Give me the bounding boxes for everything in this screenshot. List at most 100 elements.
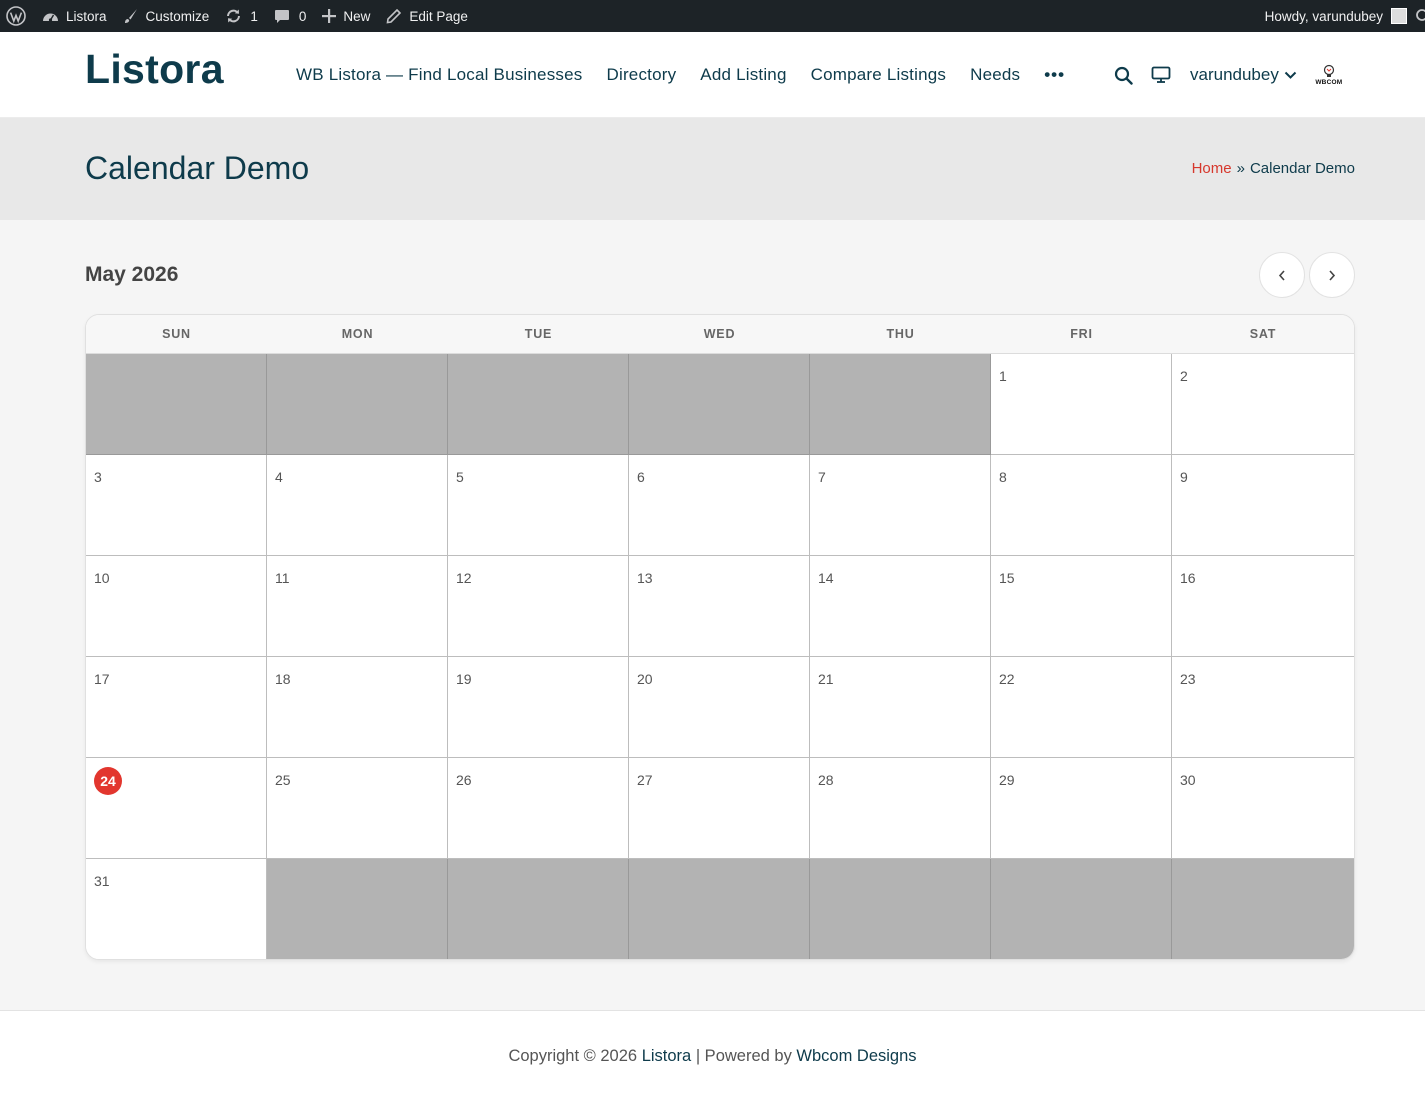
updates-link[interactable]: 1 [217, 0, 266, 32]
comment-icon [274, 9, 290, 24]
calendar-day-cell[interactable]: 23 [1172, 657, 1354, 758]
account-menu[interactable]: Howdy, varundubey [1257, 0, 1415, 32]
nav-item-compare-listings[interactable]: Compare Listings [811, 65, 946, 85]
weekday-tue: TUE [524, 327, 553, 341]
calendar-day-cell[interactable]: 4 [267, 455, 448, 556]
calendar-cell-empty [991, 859, 1172, 959]
updates-count: 1 [250, 8, 258, 24]
calendar-day-cell[interactable]: 30 [1172, 758, 1354, 859]
bulb-icon [1323, 64, 1334, 77]
more-menu-icon[interactable]: ••• [1044, 65, 1065, 85]
day-number: 20 [637, 671, 653, 687]
user-name: varundubey [1190, 65, 1279, 84]
pencil-icon [386, 8, 402, 24]
nav-item-home[interactable]: WB Listora — Find Local Businesses [296, 65, 582, 85]
calendar-day-cell[interactable]: 31 [86, 859, 267, 959]
footer-site-link[interactable]: Listora [642, 1047, 692, 1065]
calendar-day-cell[interactable]: 29 [991, 758, 1172, 859]
calendar-day-cell[interactable]: 14 [810, 556, 991, 657]
weekday-wed: WED [703, 327, 736, 341]
next-month-button[interactable] [1309, 252, 1355, 298]
day-number: 13 [637, 570, 653, 586]
day-number: 22 [999, 671, 1015, 687]
day-number: 21 [818, 671, 834, 687]
new-content-link[interactable]: New [314, 0, 378, 32]
howdy-text: Howdy, varundubey [1264, 8, 1383, 24]
calendar-day-cell[interactable]: 13 [629, 556, 810, 657]
comments-count: 0 [298, 8, 307, 24]
calendar-cell-empty [448, 354, 629, 455]
footer-powered-link[interactable]: Wbcom Designs [796, 1047, 916, 1065]
breadcrumb-separator: » [1236, 160, 1245, 177]
nav-item-needs[interactable]: Needs [970, 65, 1020, 85]
weekday-thu: THU [886, 327, 915, 341]
calendar-day-cell[interactable]: 22 [991, 657, 1172, 758]
chevron-down-icon [1279, 65, 1297, 85]
page-title-band: Calendar Demo Home » Calendar Demo [0, 118, 1425, 220]
day-number: 27 [637, 772, 653, 788]
site-menu[interactable]: Listora [34, 0, 115, 32]
day-number: 2 [1180, 368, 1188, 384]
new-label: New [343, 8, 371, 24]
calendar-day-cell[interactable]: 21 [810, 657, 991, 758]
search-icon[interactable] [1112, 64, 1134, 86]
breadcrumb-home-link[interactable]: Home [1192, 160, 1232, 177]
calendar-day-cell[interactable]: 28 [810, 758, 991, 859]
nav-item-add-listing[interactable]: Add Listing [700, 65, 786, 85]
day-number: 10 [94, 570, 110, 586]
brand-mini-logo[interactable]: WBCOM [1313, 59, 1345, 91]
user-menu[interactable]: varundubey [1190, 65, 1297, 85]
calendar-day-cell[interactable]: 8 [991, 455, 1172, 556]
edit-page-link[interactable]: Edit Page [378, 0, 476, 32]
calendar-day-cell[interactable]: 26 [448, 758, 629, 859]
plus-icon [322, 9, 337, 23]
day-number: 16 [1180, 570, 1196, 586]
wordpress-logo-icon[interactable] [0, 0, 34, 32]
day-number: 23 [1180, 671, 1196, 687]
calendar-cell-empty [267, 354, 448, 455]
monitor-icon[interactable] [1150, 64, 1172, 86]
calendar-day-cell[interactable]: 1 [991, 354, 1172, 455]
customize-link[interactable]: Customize [115, 0, 218, 32]
calendar-day-cell[interactable]: 19 [448, 657, 629, 758]
calendar-day-cell[interactable]: 11 [267, 556, 448, 657]
calendar-day-cell[interactable]: 20 [629, 657, 810, 758]
calendar-day-cell[interactable]: 9 [1172, 455, 1354, 556]
calendar-cell-empty [810, 354, 991, 455]
calendar-day-cell[interactable]: 17 [86, 657, 267, 758]
day-number: 6 [637, 469, 645, 485]
calendar-day-cell[interactable]: 24 [86, 758, 267, 859]
chevron-right-icon [1329, 269, 1336, 281]
calendar-day-cell[interactable]: 7 [810, 455, 991, 556]
calendar-cell-empty [267, 859, 448, 959]
day-number: 29 [999, 772, 1015, 788]
calendar-day-cell[interactable]: 16 [1172, 556, 1354, 657]
calendar-month-label: May 2026 [85, 263, 179, 286]
calendar-day-cell[interactable]: 15 [991, 556, 1172, 657]
updates-icon [225, 8, 242, 24]
calendar-day-cell[interactable]: 18 [267, 657, 448, 758]
day-number: 31 [94, 873, 110, 889]
calendar-day-cell[interactable]: 12 [448, 556, 629, 657]
brush-icon [123, 8, 139, 24]
calendar-day-cell[interactable]: 2 [1172, 354, 1354, 455]
day-number: 1 [999, 368, 1007, 384]
calendar-day-cell[interactable]: 3 [86, 455, 267, 556]
calendar-day-cell[interactable]: 6 [629, 455, 810, 556]
nav-item-directory[interactable]: Directory [606, 65, 676, 85]
prev-month-button[interactable] [1259, 252, 1305, 298]
weekday-mon: MON [341, 327, 374, 341]
calendar-day-cell[interactable]: 10 [86, 556, 267, 657]
calendar-day-cell[interactable]: 27 [629, 758, 810, 859]
site-logo[interactable]: Listora [85, 46, 224, 93]
dashboard-icon [42, 9, 59, 24]
calendar-cell-empty [629, 354, 810, 455]
calendar-cell-empty [448, 859, 629, 959]
calendar-day-cell[interactable]: 5 [448, 455, 629, 556]
calendar-day-cell[interactable]: 25 [267, 758, 448, 859]
search-icon[interactable] [1415, 0, 1425, 32]
calendar-cell-empty [86, 354, 267, 455]
comments-link[interactable]: 0 [266, 0, 315, 32]
calendar-grid: SUN MON TUE WED THU FRI SAT 1 2 3 4 5 6 7 8 9 10 11 12 13 1… [85, 314, 1355, 960]
day-number: 14 [818, 570, 834, 586]
